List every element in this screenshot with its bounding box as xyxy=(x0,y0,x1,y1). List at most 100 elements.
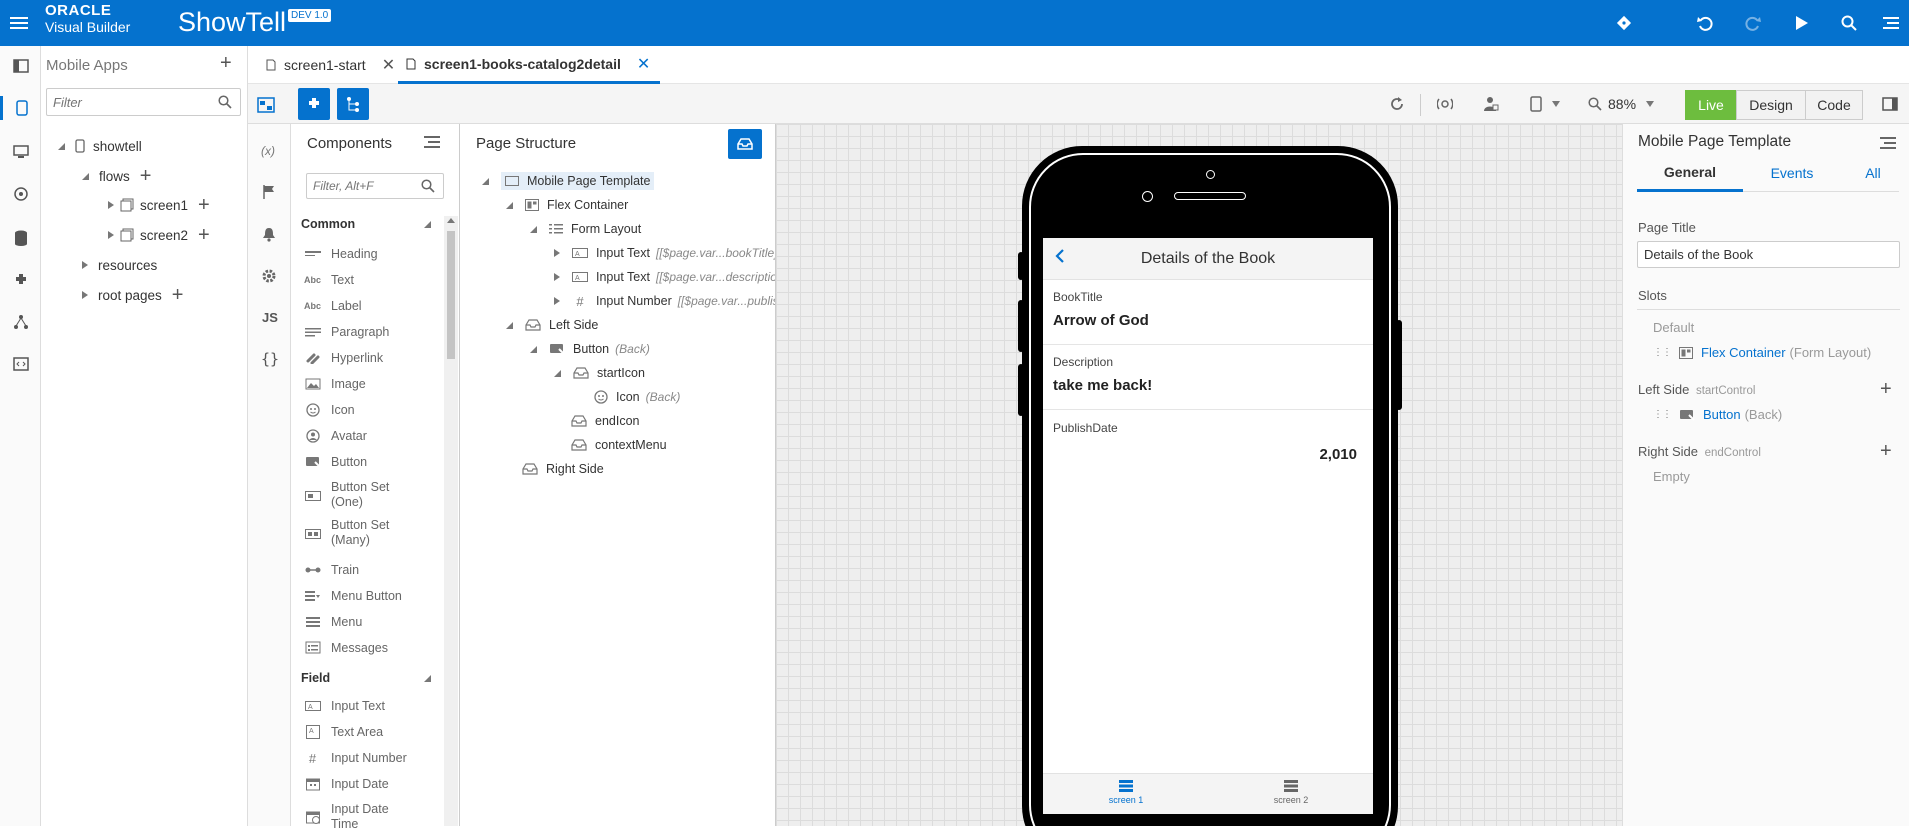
collapse-caret-icon[interactable] xyxy=(554,369,561,377)
expand-caret-icon[interactable] xyxy=(554,297,560,305)
palette-button[interactable]: Button xyxy=(304,455,367,469)
palette-menu-icon[interactable] xyxy=(424,135,440,149)
code-mode-button[interactable]: Code xyxy=(1805,90,1863,120)
add-right-side-icon[interactable]: + xyxy=(1880,441,1892,461)
undo-icon[interactable] xyxy=(1692,10,1718,36)
expand-caret-icon[interactable] xyxy=(554,273,560,281)
collapse-caret-icon[interactable] xyxy=(530,345,537,353)
tab-screen1-books-catalog2detail[interactable]: screen1-books-catalog2detail ✕ xyxy=(398,46,661,84)
add-root-page-icon[interactable]: + xyxy=(172,285,184,305)
tree-node-screen1[interactable]: screen1 + xyxy=(108,195,210,215)
expand-caret-icon[interactable] xyxy=(82,261,88,269)
add-page-icon[interactable]: + xyxy=(198,195,210,215)
structure-toggle-button[interactable] xyxy=(337,88,369,120)
collapse-caret-icon[interactable] xyxy=(482,177,489,185)
processes-icon[interactable] xyxy=(9,310,33,334)
palette-input-date[interactable]: Input Date xyxy=(304,777,389,791)
field-value[interactable]: take me back! xyxy=(1053,377,1152,394)
expand-caret-icon[interactable] xyxy=(82,291,88,299)
collapse-caret-icon[interactable] xyxy=(424,675,431,682)
palette-input-text[interactable]: A Input Text xyxy=(304,699,385,713)
palette-button-set-one[interactable]: Button Set (One) xyxy=(304,480,401,510)
component-inspect-icon[interactable] xyxy=(1427,88,1463,120)
design-mode-button[interactable]: Design xyxy=(1736,90,1806,120)
device-selector[interactable] xyxy=(1520,88,1570,120)
collapse-caret-icon[interactable] xyxy=(506,201,513,209)
field-booktitle[interactable]: BookTitle Arrow of God xyxy=(1043,280,1373,345)
scrollbar-thumb[interactable] xyxy=(447,231,455,359)
search-icon[interactable] xyxy=(218,95,232,109)
tab-general[interactable]: General xyxy=(1637,154,1743,192)
live-mode-button[interactable]: Live xyxy=(1685,90,1737,120)
expand-caret-icon[interactable] xyxy=(554,249,560,257)
menu-icon[interactable] xyxy=(6,10,32,36)
node-input-number-publishdate[interactable]: # Input Number [[$page.var...publishDate]… xyxy=(554,291,775,311)
js-icon[interactable]: JS xyxy=(262,310,278,325)
collapse-caret-icon[interactable] xyxy=(530,225,537,233)
apps-filter-input[interactable] xyxy=(53,90,213,114)
collapse-caret-icon[interactable] xyxy=(82,172,89,180)
run-icon[interactable] xyxy=(1788,10,1814,36)
node-input-text-booktitle[interactable]: A Input Text [[$page.var...bookTitle]] xyxy=(554,243,775,263)
add-page-icon[interactable]: + xyxy=(198,225,210,245)
tab-events[interactable]: Events xyxy=(1747,154,1837,192)
node-input-text-description[interactable]: A Input Text [[$page.var...description]] xyxy=(554,267,775,287)
palette-input-number[interactable]: # Input Number xyxy=(304,751,407,766)
components-toggle-button[interactable] xyxy=(298,88,330,120)
node-mobile-page-template[interactable]: Mobile Page Template xyxy=(482,171,655,191)
tree-node-showtell[interactable]: showtell xyxy=(58,136,142,156)
palette-menu-button[interactable]: Menu Button xyxy=(304,589,402,603)
user-roles-icon[interactable] xyxy=(1473,88,1509,120)
tree-node-resources[interactable]: resources xyxy=(82,255,157,275)
properties-toggle-icon[interactable] xyxy=(1875,88,1905,120)
git-icon[interactable] xyxy=(1611,10,1637,36)
page-designer-icon[interactable] xyxy=(254,95,278,115)
search-icon[interactable] xyxy=(1836,10,1862,36)
node-end-icon[interactable]: endIcon xyxy=(571,411,639,431)
palette-heading[interactable]: Heading xyxy=(304,247,378,261)
flag-icon[interactable] xyxy=(262,184,276,200)
left-side-item[interactable]: ⋮⋮ Button (Back) xyxy=(1653,407,1782,422)
tree-node-root-pages[interactable]: root pages + xyxy=(82,285,183,305)
nav-item-screen2[interactable]: screen 2 xyxy=(1248,780,1334,805)
slot-item-link[interactable]: Button xyxy=(1703,407,1741,422)
palette-icon[interactable]: Icon xyxy=(304,403,355,417)
section-field[interactable]: Field xyxy=(301,671,330,685)
palette-text-area[interactable]: A Text Area xyxy=(304,725,383,739)
source-icon[interactable] xyxy=(9,352,33,376)
apps-filter[interactable] xyxy=(46,88,241,116)
slot-item-link[interactable]: Flex Container xyxy=(1701,345,1786,360)
palette-paragraph[interactable]: Paragraph xyxy=(304,325,389,339)
zoom-selector[interactable]: 88% xyxy=(1588,88,1658,120)
palette-image[interactable]: Image xyxy=(304,377,366,391)
section-common[interactable]: Common xyxy=(301,217,355,231)
properties-menu-icon[interactable] xyxy=(1880,136,1896,150)
node-start-icon[interactable]: startIcon xyxy=(554,363,645,383)
web-apps-icon[interactable] xyxy=(9,140,33,164)
tree-node-flows[interactable]: flows + xyxy=(82,166,151,186)
services-icon[interactable] xyxy=(9,182,33,206)
palette-menu[interactable]: Menu xyxy=(304,615,362,629)
node-button-back[interactable]: Button (Back) xyxy=(530,339,650,359)
nav-item-screen1[interactable]: screen 1 xyxy=(1083,780,1169,805)
bell-icon[interactable] xyxy=(262,226,276,242)
close-icon[interactable]: ✕ xyxy=(382,55,395,75)
drag-handle-icon[interactable]: ⋮⋮ xyxy=(1653,347,1672,357)
settings-icon[interactable] xyxy=(261,268,277,284)
components-icon[interactable] xyxy=(9,268,33,292)
more-icon[interactable] xyxy=(1878,10,1904,36)
node-icon-back[interactable]: Icon (Back) xyxy=(594,387,680,407)
palette-messages[interactable]: Messages xyxy=(304,641,388,655)
variables-icon[interactable]: (x) xyxy=(261,144,275,158)
node-left-side[interactable]: Left Side xyxy=(506,315,598,335)
node-context-menu[interactable]: contextMenu xyxy=(571,435,667,455)
expand-caret-icon[interactable] xyxy=(108,231,114,239)
drag-handle-icon[interactable]: ⋮⋮ xyxy=(1653,409,1672,419)
search-icon[interactable] xyxy=(421,179,435,193)
palette-label[interactable]: Abc Label xyxy=(304,299,362,313)
components-filter-input[interactable] xyxy=(313,175,418,197)
field-value[interactable]: Arrow of God xyxy=(1053,312,1149,329)
add-flow-icon[interactable]: + xyxy=(140,166,152,186)
tree-node-screen2[interactable]: screen2 + xyxy=(108,225,210,245)
mobile-apps-icon[interactable] xyxy=(0,96,41,120)
